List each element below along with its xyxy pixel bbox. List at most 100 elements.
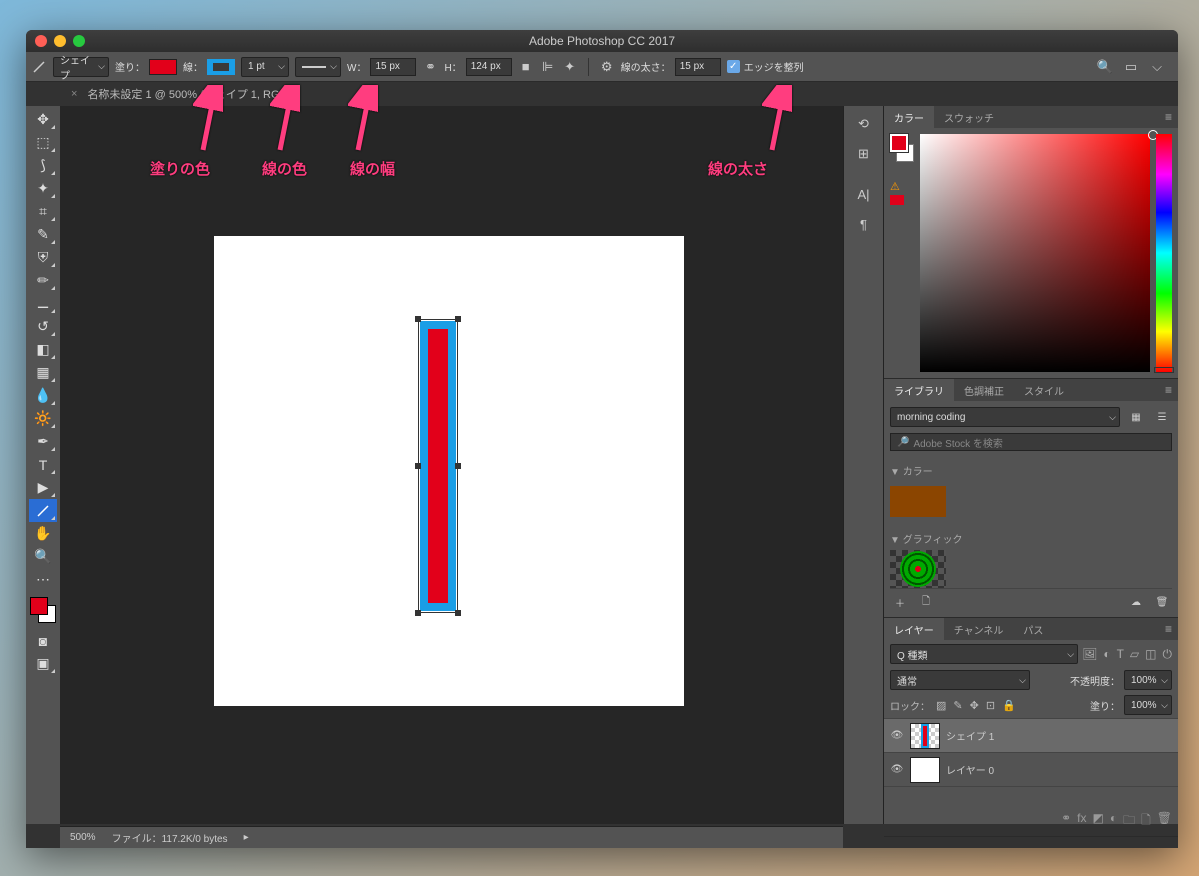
stroke-style-select[interactable] bbox=[295, 57, 341, 77]
blend-mode-select[interactable]: 通常 bbox=[890, 670, 1030, 690]
search-icon[interactable]: 🔍 bbox=[1097, 59, 1113, 75]
tab-swatches[interactable]: スウォッチ bbox=[934, 106, 1004, 128]
lock-pos-icon[interactable]: ✥ bbox=[970, 699, 979, 712]
brush-tool[interactable]: ✏ bbox=[29, 269, 57, 292]
shape-selection[interactable] bbox=[418, 319, 458, 613]
list-view-icon[interactable]: ☰ bbox=[1152, 408, 1172, 426]
layer-filter-select[interactable]: Q 種類 bbox=[890, 644, 1078, 664]
line-tool-icon[interactable] bbox=[31, 59, 47, 75]
filter-type-icon[interactable]: T bbox=[1117, 647, 1124, 662]
workspace-icon[interactable]: ▭ bbox=[1123, 59, 1139, 75]
visibility-icon[interactable]: 👁 bbox=[890, 764, 904, 775]
lock-all-icon[interactable]: 🔒 bbox=[1002, 699, 1016, 712]
layer-row[interactable]: 👁 シェイプ 1 bbox=[884, 719, 1178, 753]
color-chips[interactable] bbox=[30, 597, 56, 623]
file-info[interactable]: ファイル：117.2K/0 bytes bbox=[112, 830, 228, 845]
trash-icon[interactable]: 🗑 bbox=[1152, 593, 1172, 611]
link-layers-icon[interactable]: ⚭ bbox=[1061, 811, 1071, 832]
tab-channels[interactable]: チャンネル bbox=[944, 618, 1014, 640]
stock-icon[interactable]: 🗋 bbox=[916, 593, 936, 611]
filter-shape-icon[interactable]: ▱ bbox=[1130, 647, 1139, 662]
lib-section-color[interactable]: ▼ カラー bbox=[890, 463, 1172, 478]
zoom-level[interactable]: 500% bbox=[70, 832, 96, 843]
stamp-tool[interactable]: ⚊ bbox=[29, 292, 57, 315]
type-tool[interactable]: T bbox=[29, 453, 57, 476]
fx-icon[interactable]: fx bbox=[1077, 811, 1086, 832]
eyedropper-tool[interactable]: ✎ bbox=[29, 223, 57, 246]
stroke-swatch[interactable] bbox=[207, 59, 235, 75]
hue-slider[interactable] bbox=[1156, 134, 1172, 372]
library-search[interactable]: 🔎 Adobe Stock を検索 bbox=[890, 433, 1172, 451]
gamut-color[interactable] bbox=[890, 195, 904, 205]
cloud-icon[interactable]: ☁ bbox=[1126, 593, 1146, 611]
lock-paint-icon[interactable]: ✎ bbox=[953, 699, 962, 712]
tab-styles[interactable]: スタイル bbox=[1014, 379, 1074, 401]
panel-menu-icon[interactable]: ≡ bbox=[1159, 110, 1178, 124]
path-select-tool[interactable]: ▶ bbox=[29, 476, 57, 499]
history-brush-tool[interactable]: ↺ bbox=[29, 315, 57, 338]
path-op-icon[interactable]: ■ bbox=[518, 59, 534, 75]
dodge-tool[interactable]: 🔆 bbox=[29, 407, 57, 430]
gear-icon[interactable]: ⚙ bbox=[599, 59, 615, 75]
fill-opacity-select[interactable]: 100% bbox=[1124, 695, 1172, 715]
screen-mode[interactable]: ▣ bbox=[29, 652, 57, 675]
lasso-tool[interactable]: ⟆ bbox=[29, 154, 57, 177]
visibility-icon[interactable]: 👁 bbox=[890, 730, 904, 741]
library-graphic-item[interactable] bbox=[890, 550, 946, 588]
filter-image-icon[interactable]: 🖼 bbox=[1082, 647, 1097, 662]
character-icon[interactable]: A| bbox=[850, 182, 878, 206]
status-arrow-icon[interactable]: ▸ bbox=[244, 832, 249, 843]
pen-tool[interactable]: ✒ bbox=[29, 430, 57, 453]
tab-color[interactable]: カラー bbox=[884, 106, 934, 128]
blur-tool[interactable]: 💧 bbox=[29, 384, 57, 407]
more-tools[interactable]: ⋯ bbox=[29, 568, 57, 591]
chevron-down-icon[interactable]: ⌵ bbox=[1149, 59, 1165, 75]
new-layer-icon[interactable]: 🗋 bbox=[1141, 811, 1151, 832]
stroke-width-select[interactable]: 1 pt bbox=[241, 57, 289, 77]
tool-mode-select[interactable]: シェイプ bbox=[53, 57, 109, 77]
align-edges-checkbox[interactable]: ✓ bbox=[727, 60, 740, 73]
thickness-input[interactable] bbox=[675, 58, 721, 76]
grid-view-icon[interactable]: ▦ bbox=[1126, 408, 1146, 426]
lib-section-graphic[interactable]: ▼ グラフィック bbox=[890, 531, 1172, 546]
properties-icon[interactable]: ⊞ bbox=[850, 142, 878, 166]
width-input[interactable] bbox=[370, 58, 416, 76]
filter-toggle[interactable]: ⏻ bbox=[1163, 647, 1173, 662]
eraser-tool[interactable]: ◧ bbox=[29, 338, 57, 361]
color-picker[interactable] bbox=[920, 134, 1150, 372]
filter-smart-icon[interactable]: ◫ bbox=[1145, 647, 1156, 662]
hand-tool[interactable]: ✋ bbox=[29, 522, 57, 545]
link-icon[interactable]: ⚭ bbox=[422, 59, 438, 75]
crop-tool[interactable]: ⌗ bbox=[29, 200, 57, 223]
tab-libraries[interactable]: ライブラリ bbox=[884, 379, 954, 401]
height-input[interactable] bbox=[466, 58, 512, 76]
delete-icon[interactable]: 🗑 bbox=[1157, 811, 1172, 832]
fill-swatch[interactable] bbox=[149, 59, 177, 75]
healing-tool[interactable]: ⛨ bbox=[29, 246, 57, 269]
gamut-warning-icon[interactable]: ⚠ bbox=[890, 180, 904, 192]
adjustment-icon[interactable]: ◐ bbox=[1110, 811, 1117, 832]
panel-menu-icon[interactable]: ≡ bbox=[1159, 622, 1178, 636]
add-icon[interactable]: ＋ bbox=[890, 593, 910, 611]
group-icon[interactable]: 🗀 bbox=[1123, 811, 1135, 832]
lock-artboard-icon[interactable]: ⊡ bbox=[986, 699, 995, 712]
layer-row[interactable]: 👁 レイヤー 0 bbox=[884, 753, 1178, 787]
tab-paths[interactable]: パス bbox=[1013, 618, 1053, 640]
library-select[interactable]: morning coding bbox=[890, 407, 1120, 427]
canvas-area[interactable] bbox=[60, 106, 843, 824]
panel-menu-icon[interactable]: ≡ bbox=[1159, 383, 1178, 397]
document-tab[interactable]: ×名称未設定 1 @ 500% (シェイプ 1, RGB/8) bbox=[71, 86, 300, 102]
gradient-tool[interactable]: ▦ bbox=[29, 361, 57, 384]
line-tool[interactable] bbox=[29, 499, 57, 522]
tab-layers[interactable]: レイヤー bbox=[884, 618, 944, 640]
library-color-swatch[interactable] bbox=[890, 486, 946, 517]
tab-close-icon[interactable]: × bbox=[71, 88, 77, 100]
lock-pixels-icon[interactable]: ▨ bbox=[936, 699, 946, 712]
color-panel-chips[interactable]: ⚠ bbox=[890, 134, 914, 372]
history-icon[interactable]: ⟲ bbox=[850, 112, 878, 136]
layer-thumb[interactable] bbox=[910, 723, 940, 749]
zoom-tool[interactable]: 🔍 bbox=[29, 545, 57, 568]
wand-tool[interactable]: ✦ bbox=[29, 177, 57, 200]
opacity-select[interactable]: 100% bbox=[1124, 670, 1172, 690]
layer-thumb[interactable] bbox=[910, 757, 940, 783]
